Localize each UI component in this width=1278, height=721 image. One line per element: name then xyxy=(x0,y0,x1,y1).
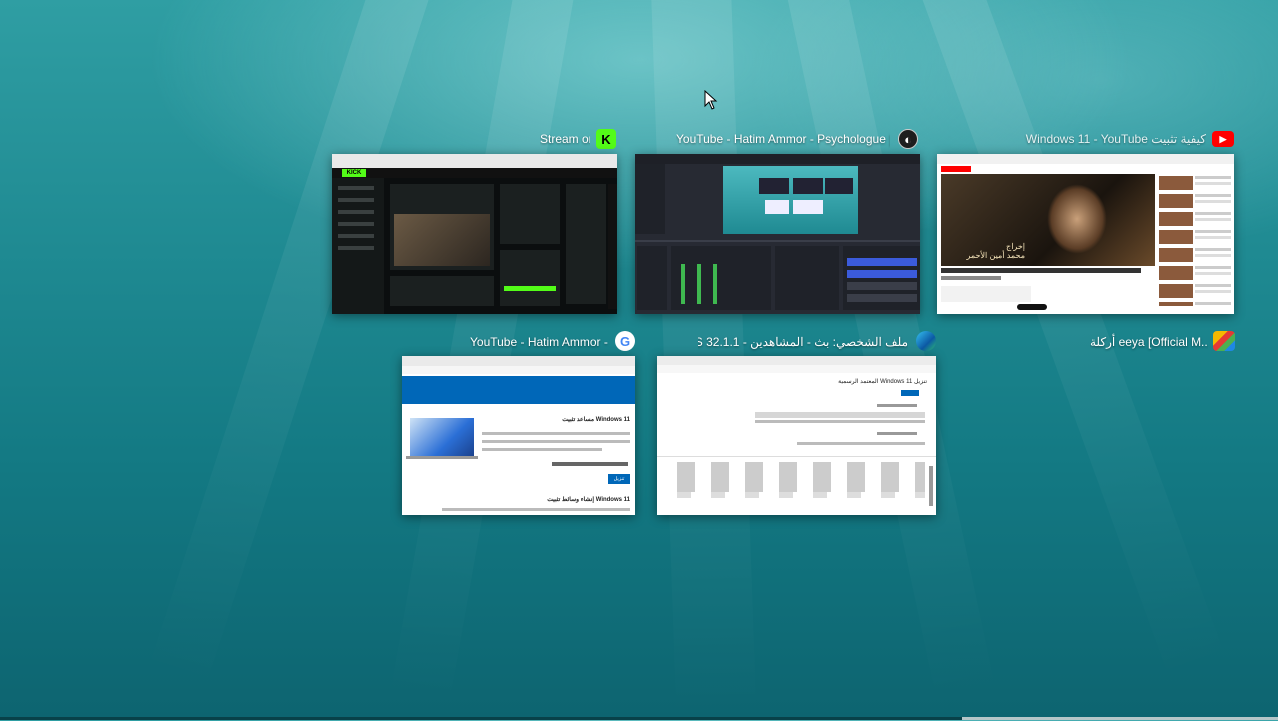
section-heading: Windows 11 إنشاء وسائط تثبيت xyxy=(547,497,630,503)
window-title: Stream on Kick | Blue xyxy=(540,132,590,146)
kick-icon: K xyxy=(596,129,616,149)
edge-icon xyxy=(916,331,936,351)
kick-logo: KICK xyxy=(342,169,366,177)
window-thumbnail[interactable]: Windows 11 مساعد تثبيت تنزيل Windows 11 … xyxy=(402,356,635,515)
video-caption: إخراج محمد أمين الأحمر xyxy=(966,242,1026,260)
google-icon: G xyxy=(615,331,635,351)
window-thumbnail[interactable]: تنزيل Windows 11 المعتمد الرسمية xyxy=(657,356,936,515)
window-title: YouTube - Hatim Ammor - Psychologue [Off… xyxy=(676,132,890,146)
window-title: أركلة eeya [Official M... xyxy=(1090,335,1208,349)
mouse-cursor-icon xyxy=(704,90,718,110)
youtube-icon: ▶ xyxy=(1212,131,1234,147)
window-thumbnail[interactable] xyxy=(635,154,920,314)
window-title: كيفية تثبيت Windows 11 - YouTube xyxy=(1025,132,1206,146)
background-light-ray xyxy=(146,0,439,693)
window-thumbnail[interactable]: KICK xyxy=(332,154,617,314)
bluestacks-icon xyxy=(1213,331,1235,351)
window-thumbnail[interactable]: إخراج محمد أمين الأحمر xyxy=(937,154,1234,314)
window-title: YouTube - Hatim Ammor - H xyxy=(470,335,610,349)
download-button[interactable]: تنزيل xyxy=(608,474,630,484)
page-heading: Windows 11 مساعد تثبيت xyxy=(562,417,630,423)
obs-icon: ◐ xyxy=(898,129,918,149)
page-heading: تنزيل Windows 11 المعتمد الرسمية xyxy=(838,379,927,385)
window-title: ملف الشخصي: بث - المشاهدين - OBS 32.1.1 xyxy=(698,335,908,349)
